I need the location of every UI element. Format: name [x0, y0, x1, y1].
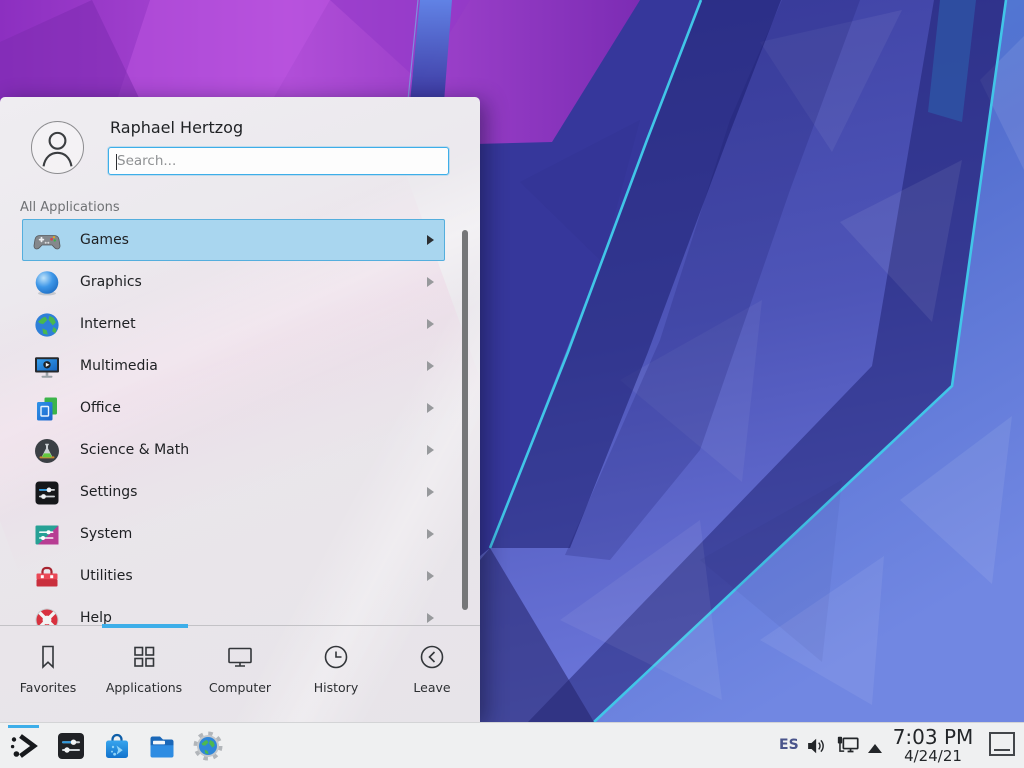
- application-category-list: Games Graphics: [22, 219, 445, 625]
- system-settings-button[interactable]: [55, 730, 87, 762]
- category-row-system[interactable]: System: [22, 513, 445, 555]
- launcher-active-indicator: [8, 725, 39, 728]
- section-label: All Applications: [20, 200, 120, 215]
- category-label: Internet: [80, 316, 136, 332]
- blue-folder-icon: [146, 730, 178, 762]
- submenu-arrow-icon: [427, 571, 434, 581]
- tab-applications[interactable]: Applications: [96, 629, 192, 722]
- submenu-arrow-icon: [427, 361, 434, 371]
- category-row-utilities[interactable]: Utilities: [22, 555, 445, 597]
- category-row-settings[interactable]: Settings: [22, 471, 445, 513]
- application-launcher-menu: Raphael Hertzog All Applications Games: [0, 97, 480, 722]
- application-launcher-button[interactable]: [8, 730, 40, 762]
- category-row-multimedia[interactable]: Multimedia: [22, 345, 445, 387]
- documents-icon: [33, 395, 61, 423]
- category-row-games[interactable]: Games: [22, 219, 445, 261]
- submenu-arrow-icon: [427, 277, 434, 287]
- tab-favorites[interactable]: Favorites: [0, 629, 96, 722]
- monitor-icon: [225, 642, 255, 672]
- grid-icon: [129, 642, 159, 672]
- tab-label: Computer: [209, 680, 271, 695]
- tabbar-separator: [0, 625, 480, 626]
- submenu-arrow-icon: [427, 445, 434, 455]
- discover-bag-icon: [101, 730, 133, 762]
- blue-sphere-icon: [33, 269, 61, 297]
- tab-history[interactable]: History: [288, 629, 384, 722]
- clock-widget[interactable]: 7:03 PM 4/24/21: [888, 726, 978, 765]
- kali-menu-icon: [8, 730, 40, 762]
- submenu-arrow-icon: [427, 235, 434, 245]
- category-label: Games: [80, 232, 129, 248]
- tab-computer[interactable]: Computer: [192, 629, 288, 722]
- submenu-arrow-icon: [427, 319, 434, 329]
- category-row-help[interactable]: Help: [22, 597, 445, 625]
- category-row-science-math[interactable]: Science & Math: [22, 429, 445, 471]
- text-caret: [116, 154, 117, 170]
- category-label: Utilities: [80, 568, 133, 584]
- globe-icon: [33, 311, 61, 339]
- clock-date: 4/24/21: [888, 748, 978, 765]
- category-label: Graphics: [80, 274, 142, 290]
- taskbar: ES 7:03 PM 4/24/21: [0, 722, 1024, 768]
- category-label: Office: [80, 400, 121, 416]
- tab-label: Leave: [413, 680, 450, 695]
- bookmark-icon: [33, 642, 63, 672]
- search-input[interactable]: [109, 148, 448, 174]
- tab-leave[interactable]: Leave: [384, 629, 480, 722]
- wired-network-icon[interactable]: [836, 735, 860, 757]
- category-label: Science & Math: [80, 442, 189, 458]
- category-label: Settings: [80, 484, 137, 500]
- user-silhouette-icon: [32, 122, 83, 173]
- lifebuoy-icon: [33, 605, 61, 625]
- category-label: Multimedia: [80, 358, 158, 374]
- flask-icon: [33, 437, 61, 465]
- menu-tab-bar: Favorites Applications C: [0, 629, 480, 722]
- clock-time: 7:03 PM: [888, 726, 978, 748]
- web-browser-button[interactable]: [192, 730, 224, 762]
- submenu-arrow-icon: [427, 403, 434, 413]
- tab-label: History: [314, 680, 358, 695]
- desktop: Raphael Hertzog All Applications Games: [0, 0, 1024, 768]
- search-field: [108, 147, 449, 175]
- sliders-color-icon: [33, 521, 61, 549]
- monitor-play-icon: [33, 353, 61, 381]
- submenu-arrow-icon: [427, 487, 434, 497]
- category-row-office[interactable]: Office: [22, 387, 445, 429]
- expand-tray-caret-icon[interactable]: [866, 739, 884, 751]
- clock-icon: [321, 642, 351, 672]
- file-manager-button[interactable]: [146, 730, 178, 762]
- category-row-graphics[interactable]: Graphics: [22, 261, 445, 303]
- category-label: System: [80, 526, 132, 542]
- sliders-dark-icon: [33, 479, 61, 507]
- user-name: Raphael Hertzog: [110, 118, 243, 137]
- leave-icon: [417, 642, 447, 672]
- volume-icon[interactable]: [806, 735, 828, 757]
- submenu-arrow-icon: [427, 529, 434, 539]
- gamepad-icon: [33, 227, 61, 255]
- category-label: Help: [80, 610, 112, 625]
- active-tab-indicator: [102, 624, 188, 628]
- toolbox-icon: [33, 563, 61, 591]
- settings-dark-icon: [55, 730, 87, 762]
- show-desktop-button[interactable]: [989, 732, 1015, 756]
- list-scrollbar[interactable]: [462, 230, 468, 610]
- submenu-arrow-icon: [427, 613, 434, 623]
- globe-gear-icon: [192, 730, 224, 762]
- tab-label: Favorites: [20, 680, 76, 695]
- user-avatar[interactable]: [31, 121, 84, 174]
- show-desktop-glyph: [994, 749, 1010, 751]
- software-center-button[interactable]: [101, 730, 133, 762]
- keyboard-layout-indicator[interactable]: ES: [779, 737, 801, 753]
- tab-label: Applications: [106, 680, 182, 695]
- category-row-internet[interactable]: Internet: [22, 303, 445, 345]
